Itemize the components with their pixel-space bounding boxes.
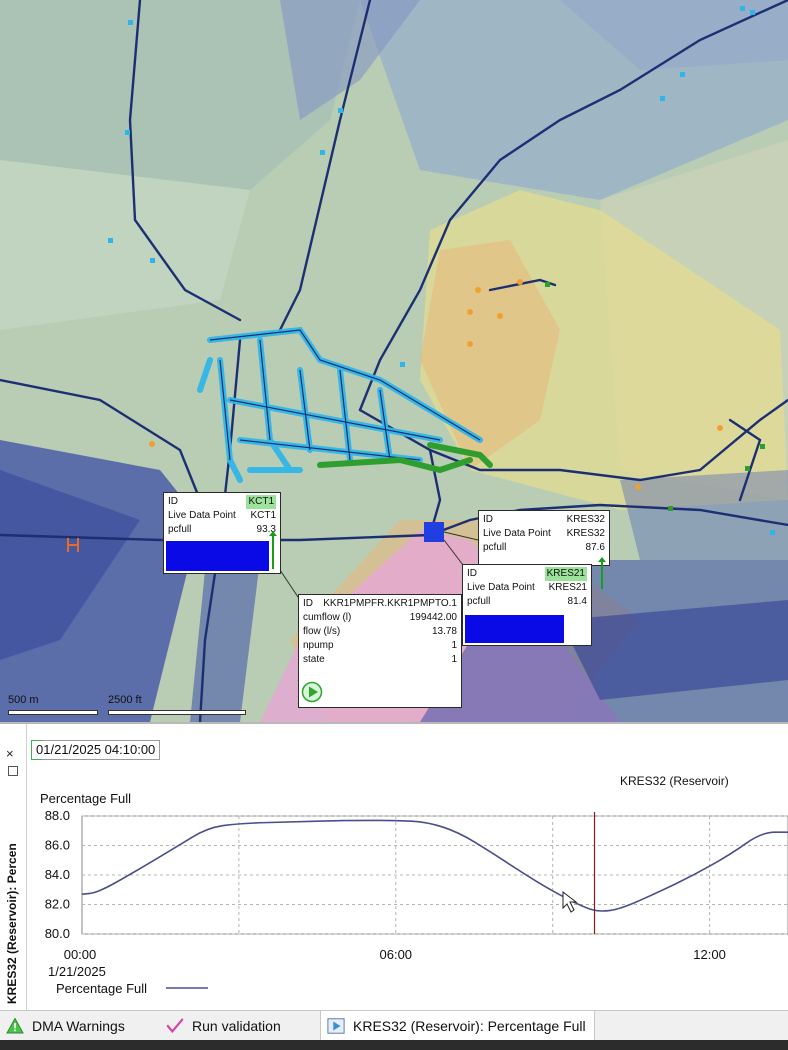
pump-id-value: KKR1PMPFR.KKR1PMPTO.1 bbox=[323, 598, 457, 609]
x-tick-label: 00:00 bbox=[64, 947, 97, 962]
pump-state-label: state bbox=[303, 654, 325, 665]
tab-run-validation[interactable]: Run validation bbox=[166, 1011, 281, 1041]
tab-dma-warnings[interactable]: DMA Warnings bbox=[6, 1011, 125, 1041]
chart-grid bbox=[81, 815, 788, 935]
y-tick-label: 84.0 bbox=[45, 867, 70, 882]
kres21-id-value: KRES21 bbox=[544, 567, 587, 581]
kres32-ldp-label: Live Data Point bbox=[483, 528, 551, 539]
chart-legend: Percentage Full bbox=[56, 981, 208, 996]
kres21-id-label: ID bbox=[467, 568, 477, 579]
legend-label: Percentage Full bbox=[56, 981, 147, 996]
scale-metric-bar bbox=[8, 710, 98, 715]
y-tick-label: 88.0 bbox=[45, 808, 70, 823]
kct1-ldp-value: KCT1 bbox=[250, 510, 276, 521]
warning-icon bbox=[6, 1017, 24, 1034]
pump-npump-label: npump bbox=[303, 640, 334, 651]
pump-cumflow-label: cumflow (l) bbox=[303, 612, 352, 623]
kres21-pcfull-label: pcfull bbox=[467, 596, 491, 607]
kres32-id-value: KRES32 bbox=[566, 514, 605, 525]
kres32-popup[interactable]: ID KRES32 Live Data Point KRES32 pcfull 87.… bbox=[478, 510, 610, 589]
kres32-ldp-value: KRES32 bbox=[566, 528, 605, 539]
map-scale: 500 m 2500 ft bbox=[8, 694, 248, 720]
chart-ylabel: Percentage Full bbox=[40, 791, 131, 806]
scale-imperial-bar bbox=[108, 710, 246, 715]
mouse-pointer-icon bbox=[562, 890, 578, 913]
network-map[interactable]: ID KCT1 Live Data Point KCT1 pcfull 93.3 ID… bbox=[0, 0, 788, 722]
kres21-ldp-label: Live Data Point bbox=[467, 582, 535, 593]
pump-state-value: 1 bbox=[451, 654, 457, 665]
kct1-id-value: KCT1 bbox=[246, 495, 276, 509]
y-tick-label: 86.0 bbox=[45, 838, 70, 853]
kct1-id-label: ID bbox=[168, 496, 178, 507]
pump-cumflow-value: 199442.00 bbox=[409, 612, 457, 623]
tab-kres32-label: KRES32 (Reservoir): Percentage Full bbox=[353, 1018, 586, 1034]
percentage-full-chart[interactable]: Percentage Full 80.0 82.0 84.0 86.0 88.0 00:0… bbox=[0, 724, 788, 1012]
kres32-pcfull-label: pcfull bbox=[483, 542, 507, 553]
window-bottom-edge bbox=[0, 1040, 788, 1050]
checkmark-icon bbox=[166, 1018, 184, 1034]
pump-popup[interactable]: ID KKR1PMPFR.KKR1PMPTO.1 cumflow (l) 19944… bbox=[298, 594, 462, 708]
kct1-pcfull-label: pcfull bbox=[168, 524, 192, 535]
bottom-tab-bar: DMA Warnings Run validation KRES32 (Rese… bbox=[0, 1010, 788, 1042]
x-tick-label: 12:00 bbox=[693, 947, 726, 962]
tab-dma-warnings-label: DMA Warnings bbox=[32, 1018, 125, 1034]
tab-run-validation-label: Run validation bbox=[192, 1018, 281, 1034]
play-icon bbox=[327, 1018, 345, 1034]
kct1-ldp-label: Live Data Point bbox=[168, 510, 236, 521]
scale-imperial-label: 2500 ft bbox=[108, 694, 142, 706]
y-tick-label: 82.0 bbox=[45, 897, 70, 912]
kres21-level-bar bbox=[465, 615, 564, 643]
kres32-level-marker bbox=[598, 557, 606, 589]
x-tick-label: 06:00 bbox=[380, 947, 413, 962]
kct1-level-marker bbox=[269, 531, 277, 569]
kres21-popup[interactable]: ID KRES21 Live Data Point KRES21 pcfull 81.… bbox=[462, 564, 592, 646]
tab-kres32-percentage-full[interactable]: KRES32 (Reservoir): Percentage Full bbox=[320, 1011, 595, 1042]
kres21-pcfull-value: 81.4 bbox=[567, 596, 587, 607]
kct1-popup[interactable]: ID KCT1 Live Data Point KCT1 pcfull 93.3 bbox=[163, 492, 281, 574]
pump-running-icon bbox=[301, 681, 323, 703]
chart-x-date: 1/21/2025 bbox=[48, 964, 106, 979]
series-percentage-full-line bbox=[81, 819, 788, 912]
kres21-ldp-value: KRES21 bbox=[548, 582, 587, 593]
kres32-pcfull-value: 87.6 bbox=[585, 542, 605, 553]
y-tick-label: 80.0 bbox=[45, 926, 70, 941]
chart-panel: × KRES32 (Reservoir): Percen 01/21/2025 … bbox=[0, 722, 788, 1012]
scale-metric-label: 500 m bbox=[8, 694, 39, 706]
pump-npump-value: 1 bbox=[451, 640, 457, 651]
chart-ticks: 80.0 82.0 84.0 86.0 88.0 00:00 06:00 12:00 bbox=[45, 808, 726, 962]
pump-id-label: ID bbox=[303, 598, 313, 609]
kres32-id-label: ID bbox=[483, 514, 493, 525]
pump-flow-value: 13.78 bbox=[431, 626, 457, 637]
pump-flow-label: flow (l/s) bbox=[303, 626, 341, 637]
kct1-level-bar bbox=[166, 541, 269, 571]
